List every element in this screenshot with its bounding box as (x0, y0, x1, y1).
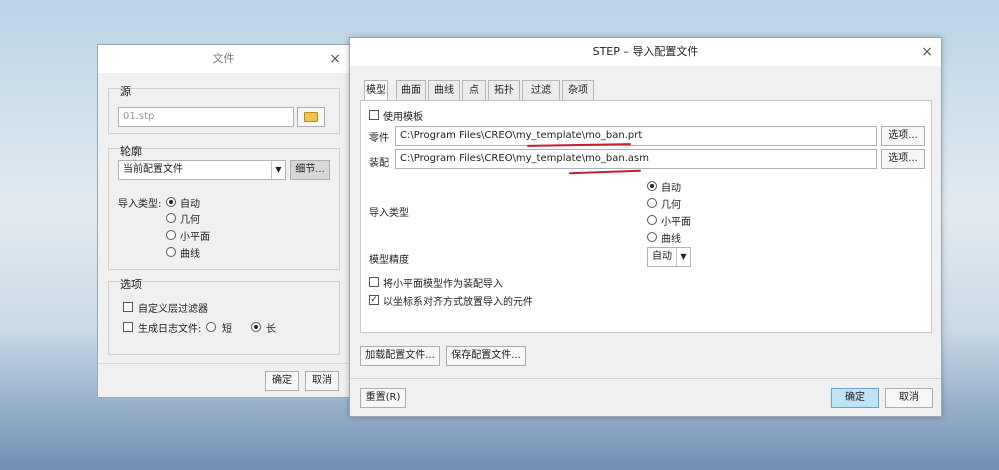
divider (350, 378, 941, 379)
step-radio-curve-label: 曲线 (661, 234, 681, 245)
file-dialog-title: 文件 (212, 52, 235, 65)
tab-surface[interactable]: 曲面 (396, 80, 426, 100)
radio-curve-label: 曲线 (180, 249, 200, 260)
step-radio-geometry-label: 几何 (661, 200, 681, 211)
step-radio-curve[interactable] (647, 232, 657, 242)
part-path-underline (526, 143, 632, 147)
step-radio-auto[interactable] (647, 181, 657, 191)
align-csys-checkbox[interactable]: ✓ (369, 295, 379, 305)
profile-select-value: 当前配置文件 (123, 164, 183, 175)
profile-group-label: 轮廓 (120, 145, 142, 158)
model-precision-label: 模型精度 (369, 255, 409, 266)
assembly-options-button[interactable]: 选项... (881, 149, 925, 169)
source-file-input[interactable]: 01.stp (118, 107, 294, 127)
radio-log-long-label: 长 (266, 324, 276, 335)
radio-log-short[interactable] (206, 322, 216, 332)
options-group-label: 选项 (120, 278, 142, 291)
align-csys-label: 以坐标系对齐方式放置导入的元件 (383, 297, 533, 308)
tab-model[interactable]: 模型 (364, 80, 388, 101)
model-tab-panel: 使用模板 零件 C:\Program Files\CREO\my_templat… (360, 100, 932, 333)
step-ok-button[interactable]: 确定 (831, 388, 879, 408)
step-radio-facet-label: 小平面 (661, 217, 691, 228)
radio-log-long[interactable] (251, 322, 261, 332)
facet-as-assembly-checkbox[interactable] (369, 277, 379, 287)
tab-topology[interactable]: 拓扑 (488, 80, 520, 100)
radio-geometry-label: 几何 (180, 215, 200, 226)
tab-curve[interactable]: 曲线 (428, 80, 460, 100)
facet-as-assembly-label: 将小平面模型作为装配导入 (383, 279, 503, 290)
tab-bar: 模型 曲面 曲线 点 拓扑 过滤 杂项 (364, 80, 864, 102)
tab-misc[interactable]: 杂项 (562, 80, 594, 100)
radio-auto[interactable] (166, 197, 176, 207)
custom-layer-filter-label: 自定义层过滤器 (138, 304, 208, 315)
step-import-type-label: 导入类型 (369, 208, 409, 219)
model-precision-value: 自动 (652, 251, 672, 262)
model-precision-select[interactable]: 自动 ▼ (647, 247, 691, 267)
file-cancel-button[interactable]: 取消 (305, 371, 339, 391)
save-config-button[interactable]: 保存配置文件... (446, 346, 526, 366)
radio-geometry[interactable] (166, 213, 176, 223)
generate-log-label: 生成日志文件: (138, 324, 202, 335)
folder-icon (304, 112, 318, 122)
custom-layer-filter-checkbox[interactable] (123, 302, 133, 312)
assembly-template-path[interactable]: C:\Program Files\CREO\my_template\mo_ban… (395, 149, 877, 169)
import-type-label: 导入类型: (118, 199, 162, 210)
browse-folder-button[interactable] (297, 107, 325, 127)
step-radio-facet[interactable] (647, 215, 657, 225)
close-icon[interactable]: × (329, 45, 341, 73)
assembly-path-underline (568, 169, 642, 175)
radio-facet[interactable] (166, 230, 176, 240)
radio-log-short-label: 短 (222, 324, 232, 335)
step-dialog-titlebar: STEP – 导入配置文件 × (350, 38, 941, 66)
step-radio-geometry[interactable] (647, 198, 657, 208)
radio-facet-label: 小平面 (180, 232, 210, 243)
close-icon[interactable]: × (921, 38, 933, 66)
step-dialog: STEP – 导入配置文件 × 模型 曲面 曲线 点 拓扑 过滤 杂项 使用模板… (349, 37, 942, 417)
chevron-down-icon: ▼ (271, 161, 285, 179)
tab-filter[interactable]: 过滤 (522, 80, 560, 100)
file-dialog: 文件 × 源 01.stp 轮廓 当前配置文件 ▼ 细节... 导入类型: 自动… (97, 44, 350, 398)
chevron-down-icon: ▼ (676, 248, 690, 266)
source-group-label: 源 (120, 85, 131, 98)
radio-auto-label: 自动 (180, 199, 200, 210)
profile-select[interactable]: 当前配置文件 ▼ (118, 160, 286, 180)
part-template-path[interactable]: C:\Program Files\CREO\my_template\mo_ban… (395, 126, 877, 146)
radio-curve[interactable] (166, 247, 176, 257)
step-cancel-button[interactable]: 取消 (885, 388, 933, 408)
options-group (108, 281, 340, 355)
step-dialog-title: STEP – 导入配置文件 (592, 45, 699, 58)
part-label: 零件 (369, 133, 389, 144)
reset-button[interactable]: 重置(R) (360, 388, 406, 408)
file-dialog-titlebar: 文件 × (98, 45, 349, 73)
detail-button[interactable]: 细节... (290, 160, 330, 180)
assembly-label: 装配 (369, 158, 389, 169)
divider (98, 363, 349, 364)
tab-point[interactable]: 点 (462, 80, 486, 100)
step-radio-auto-label: 自动 (661, 183, 681, 194)
part-options-button[interactable]: 选项... (881, 126, 925, 146)
use-template-checkbox[interactable] (369, 110, 379, 120)
load-config-button[interactable]: 加载配置文件... (360, 346, 440, 366)
file-ok-button[interactable]: 确定 (265, 371, 299, 391)
use-template-label: 使用模板 (383, 112, 423, 123)
generate-log-checkbox[interactable] (123, 322, 133, 332)
